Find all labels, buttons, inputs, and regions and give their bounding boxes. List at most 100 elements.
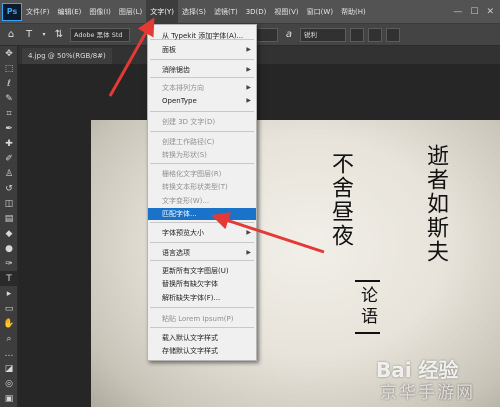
menu-item-5[interactable]: 选择(S) xyxy=(178,0,210,24)
home-icon[interactable]: ⌂ xyxy=(4,28,18,42)
align-left-icon[interactable] xyxy=(350,27,364,42)
text-layer-line-1[interactable]: 逝者如斯夫 xyxy=(419,144,451,264)
menu-separator xyxy=(150,307,254,308)
site-watermark: 京华手游网 xyxy=(380,383,475,403)
menu-separator xyxy=(150,59,254,60)
lasso-tool-icon[interactable]: ℓ xyxy=(0,76,18,91)
dropdown-item-17: 粘贴 Lorem Ipsum(P) xyxy=(148,313,256,325)
align-right-icon[interactable] xyxy=(386,27,400,42)
eraser-tool-icon[interactable]: ◫ xyxy=(0,196,18,211)
menu-item-4[interactable]: 文字(Y) xyxy=(146,0,179,24)
submenu-arrow-icon: ▶ xyxy=(246,46,251,53)
submenu-arrow-icon: ▶ xyxy=(246,97,251,104)
tools-panel: ✥ ⬚ ℓ ✎ ⌗ ✒ ✚ ✐ ♙ ↺ ◫ ▤ ◆ ● ✑ T ▸ ▭ ✋ ⌕ … xyxy=(0,46,18,407)
submenu-arrow-icon: ▶ xyxy=(246,66,251,73)
history-brush-tool-icon[interactable]: ↺ xyxy=(0,181,18,196)
menu-item-9[interactable]: 窗口(W) xyxy=(303,0,337,24)
quick-mask-icon[interactable]: ◎ xyxy=(0,376,18,391)
more-tools-icon[interactable]: … xyxy=(0,346,18,361)
dropdown-item-label: 创建 3D 文字(D) xyxy=(162,118,216,126)
dropdown-item-10: 文字变形(W)... xyxy=(148,195,256,207)
stamp-tool-icon[interactable]: ♙ xyxy=(0,166,18,181)
submenu-arrow-icon: ▶ xyxy=(246,229,251,236)
dropdown-item-label: 文字变形(W)... xyxy=(162,197,210,205)
dropdown-item-4[interactable]: OpenType ▶ xyxy=(148,95,256,107)
dropdown-item-7: 转换为形状(S) xyxy=(148,149,256,161)
gradient-tool-icon[interactable]: ▤ xyxy=(0,211,18,226)
type-menu-dropdown: 从 Typekit 添加字体(A)... 面板 ▶ 消除锯齿 ▶ 文本排列方向 ▶ OpenT… xyxy=(147,24,257,361)
blur-tool-icon[interactable]: ◆ xyxy=(0,226,18,241)
dropdown-item-19[interactable]: 存储默认文字样式 xyxy=(148,345,256,357)
screen-mode-icon[interactable]: ▣ xyxy=(0,391,18,406)
antialias-icon: a xyxy=(285,29,293,40)
document-tab-bar: 4.jpg @ 50%(RGB/8#) xyxy=(18,46,500,64)
dropdown-item-12[interactable]: 字体预览大小 ▶ xyxy=(148,227,256,239)
menu-item-7[interactable]: 3D(D) xyxy=(242,0,271,24)
dropdown-item-14[interactable]: 更新所有文字图层(U) xyxy=(148,265,256,277)
dropdown-item-11[interactable]: 匹配字体... xyxy=(148,208,256,220)
color-swatches-icon[interactable]: ◪ xyxy=(0,361,18,376)
close-icon[interactable]: ✕ xyxy=(486,7,494,17)
maximize-icon[interactable]: ☐ xyxy=(470,7,478,17)
type-tool-icon[interactable]: T xyxy=(0,271,18,286)
path-select-tool-icon[interactable]: ▸ xyxy=(0,286,18,301)
orientation-toggle-icon[interactable]: ⇅ xyxy=(52,28,66,42)
dropdown-item-label: 面板 xyxy=(162,46,176,54)
menu-item-0[interactable]: 文件(F) xyxy=(22,0,54,24)
menu-separator xyxy=(150,111,254,112)
minimize-icon[interactable]: — xyxy=(453,7,462,17)
window-controls: — ☐ ✕ xyxy=(453,7,500,17)
healing-brush-tool-icon[interactable]: ✚ xyxy=(0,136,18,151)
shape-tool-icon[interactable]: ▭ xyxy=(0,301,18,316)
menu-separator xyxy=(150,163,254,164)
dodge-tool-icon[interactable]: ● xyxy=(0,241,18,256)
menu-item-3[interactable]: 图层(L) xyxy=(115,0,146,24)
dropdown-item-label: 转换为形状(S) xyxy=(162,151,207,159)
chevron-down-icon[interactable]: ▾ xyxy=(40,28,48,42)
dropdown-item-3: 文本排列方向 ▶ xyxy=(148,82,256,94)
menu-item-6[interactable]: 滤镜(T) xyxy=(210,0,242,24)
menu-bar: Ps 文件(F) 编辑(E) 图像(I) 图层(L) 文字(Y) 选择(S) 滤镜(T) 3D… xyxy=(0,0,500,24)
eyedropper-tool-icon[interactable]: ✒ xyxy=(0,121,18,136)
menu-item-1[interactable]: 编辑(E) xyxy=(54,0,86,24)
menu-separator xyxy=(150,77,254,78)
text-layer-source[interactable]: 论语 xyxy=(355,280,380,334)
text-layer-line-2[interactable]: 不舍昼夜 xyxy=(324,152,356,248)
dropdown-item-label: 匹配字体... xyxy=(162,210,197,218)
dropdown-item-label: 替换所有缺欠字体 xyxy=(162,280,218,288)
menu-separator xyxy=(150,242,254,243)
photoshop-logo: Ps xyxy=(2,2,22,21)
dropdown-item-label: 字体预览大小 xyxy=(162,229,204,237)
move-tool-icon[interactable]: ✥ xyxy=(0,46,18,61)
type-tool-preset-icon[interactable]: T xyxy=(22,28,36,42)
menu-items: 文件(F) 编辑(E) 图像(I) 图层(L) 文字(Y) 选择(S) 滤镜(T) 3D(D)… xyxy=(22,0,370,24)
tab-document[interactable]: 4.jpg @ 50%(RGB/8#) xyxy=(22,48,112,64)
antialias-select[interactable]: 锐利 xyxy=(300,27,346,42)
marquee-tool-icon[interactable]: ⬚ xyxy=(0,61,18,76)
dropdown-item-1[interactable]: 面板 ▶ xyxy=(148,44,256,56)
dropdown-item-0[interactable]: 从 Typekit 添加字体(A)... xyxy=(148,30,256,42)
menu-separator xyxy=(150,327,254,328)
dropdown-item-2[interactable]: 消除锯齿 ▶ xyxy=(148,64,256,76)
hand-tool-icon[interactable]: ✋ xyxy=(0,316,18,331)
menu-item-2[interactable]: 图像(I) xyxy=(85,0,115,24)
menu-item-10[interactable]: 帮助(H) xyxy=(337,0,370,24)
pen-tool-icon[interactable]: ✑ xyxy=(0,256,18,271)
dropdown-item-label: 创建工作路径(C) xyxy=(162,138,215,146)
dropdown-item-13[interactable]: 语言选项 ▶ xyxy=(148,247,256,259)
dropdown-item-18[interactable]: 载入默认文字样式 xyxy=(148,332,256,344)
dropdown-item-9: 转换文本形状类型(T) xyxy=(148,181,256,193)
quick-select-tool-icon[interactable]: ✎ xyxy=(0,91,18,106)
font-family-select[interactable]: Adobe 黑体 Std xyxy=(70,27,130,42)
dropdown-item-8: 栅格化文字图层(R) xyxy=(148,168,256,180)
brush-tool-icon[interactable]: ✐ xyxy=(0,151,18,166)
zoom-tool-icon[interactable]: ⌕ xyxy=(0,331,18,346)
menu-item-8[interactable]: 视图(V) xyxy=(270,0,302,24)
watermark: Bai 经验 京华手游网 xyxy=(320,352,500,407)
dropdown-item-16[interactable]: 解析缺失字体(F)... xyxy=(148,292,256,304)
submenu-arrow-icon: ▶ xyxy=(246,84,251,91)
submenu-arrow-icon: ▶ xyxy=(246,249,251,256)
dropdown-item-15[interactable]: 替换所有缺欠字体 xyxy=(148,278,256,290)
align-center-icon[interactable] xyxy=(368,27,382,42)
crop-tool-icon[interactable]: ⌗ xyxy=(0,106,18,121)
